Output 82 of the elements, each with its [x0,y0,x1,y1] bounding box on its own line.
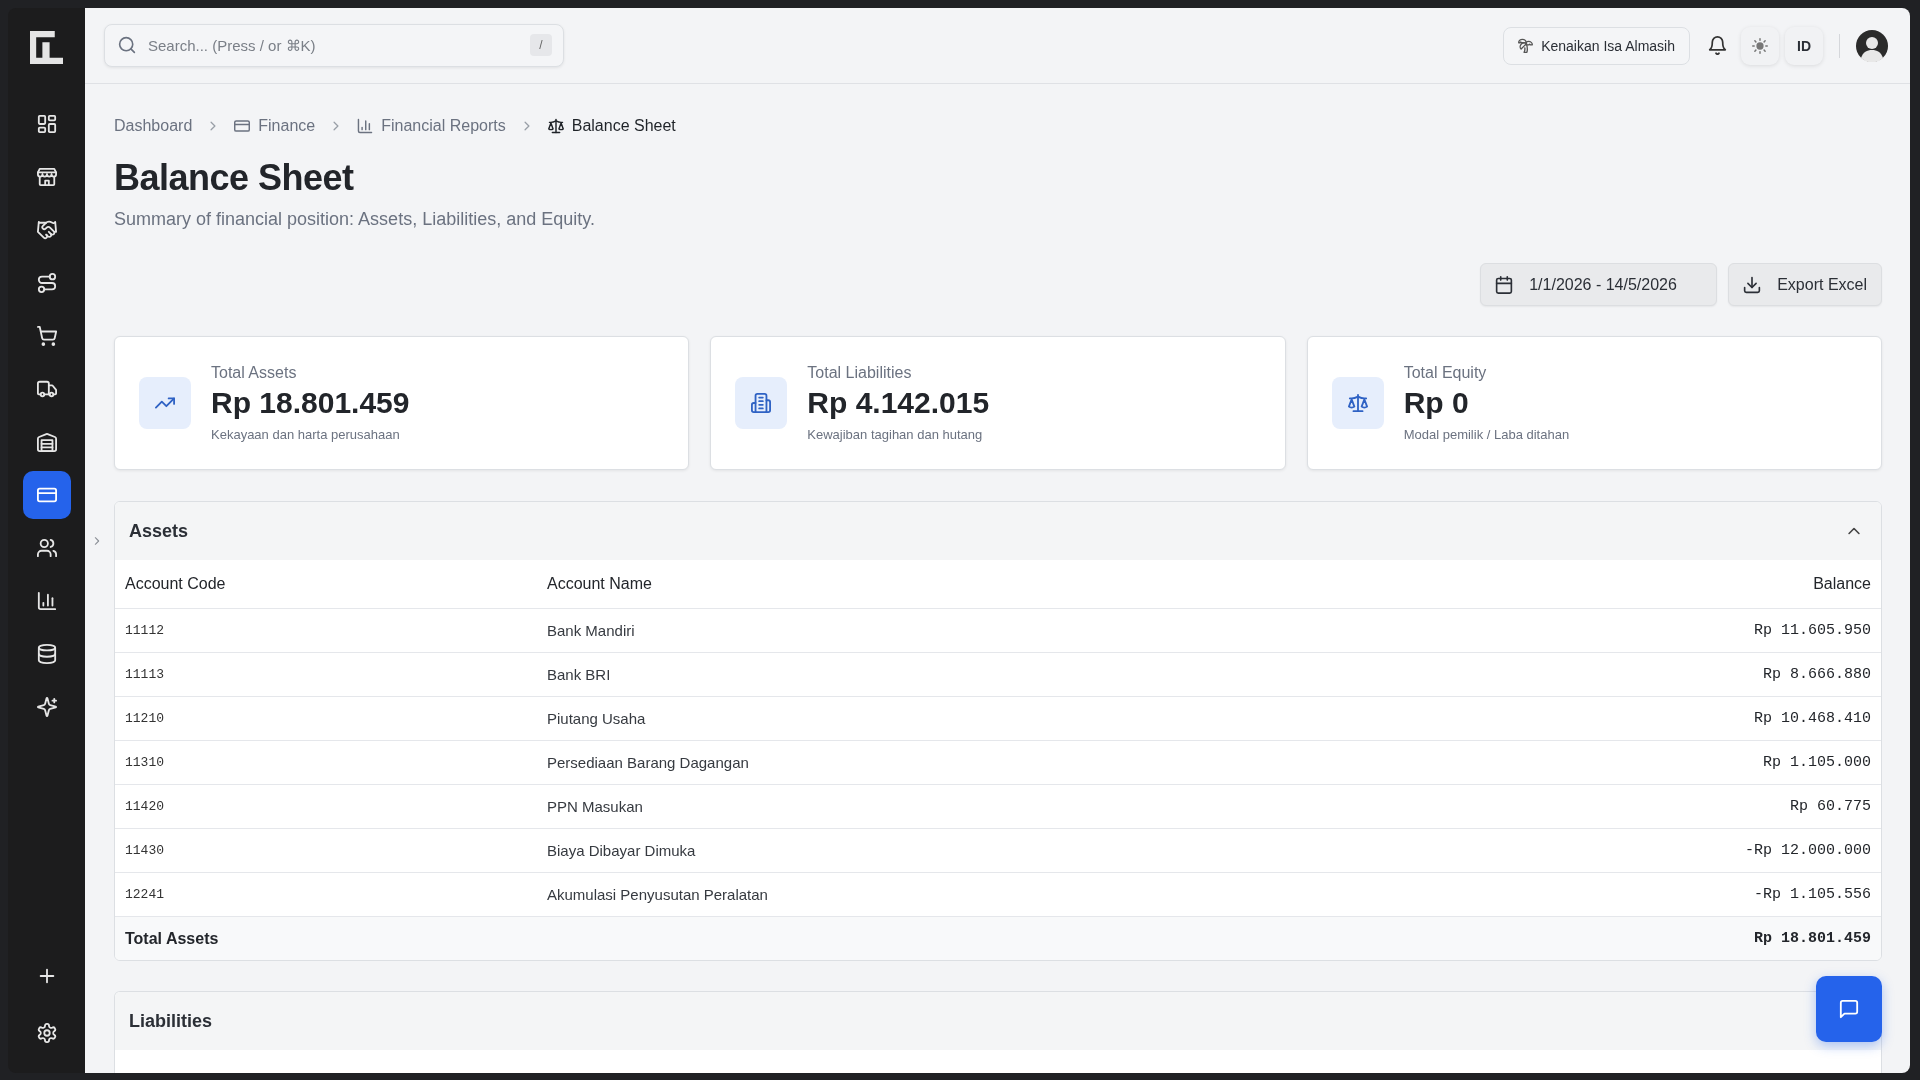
section-header[interactable]: Liabilities [115,992,1881,1050]
card-label: Total Equity [1403,363,1487,383]
card-value: Rp 4.142.015 [807,385,990,421]
card-note: Modal pemilik / Laba ditahan [1403,427,1570,443]
export-button[interactable]: Export Excel [1728,263,1882,306]
holiday-chip[interactable]: Kenaikan Isa Almasih [1503,26,1690,65]
page-title: Balance Sheet [114,156,354,200]
calendar-icon [1495,275,1514,294]
store-icon [36,167,57,187]
logo-icon [30,31,63,64]
account-code: 11420 [125,799,164,814]
date-range-button[interactable]: 1/1/2026 - 14/5/2026 [1480,263,1718,306]
theme-toggle-button[interactable] [1741,26,1779,65]
account-code: 12241 [125,887,164,902]
card-value: Rp 18.801.459 [211,385,410,421]
account-name: Biaya Dibayar Dimuka [547,842,696,859]
balance-amount: Rp 11.605.950 [1753,622,1871,639]
account-name: Akumulasi Penyusutan Peralatan [547,886,768,903]
account-name: PPN Masukan [547,798,643,815]
search-icon [118,36,136,54]
balance-amount: Rp 10.468.410 [1753,710,1871,727]
settings-icon [36,1023,57,1043]
account-name: Piutang Usaha [547,710,646,727]
breadcrumb-link[interactable]: Dashboard [114,117,193,135]
card-label: Total Liabilities [807,363,912,383]
account-name: Persediaan Barang Dagangan [547,754,749,771]
account-code: 11113 [125,667,164,682]
handshake-icon [36,220,57,240]
palm-tree-icon [1518,38,1534,53]
section-title: Liabilities [129,1010,213,1032]
route-icon [36,273,57,293]
building-icon [735,377,788,429]
bell-icon [1708,36,1727,55]
card-note: Kewajiban tagihan dan hutang [807,427,983,443]
total-amount: Rp 18.801.459 [1753,930,1871,947]
account-name: Bank BRI [547,666,611,683]
notifications-button[interactable] [1708,36,1727,55]
user-avatar[interactable] [1856,29,1888,62]
scale-icon [1331,377,1384,429]
users-icon [36,538,57,558]
balance-amount: Rp 60.775 [1790,798,1871,815]
breadcrumb-link[interactable]: Finance [258,117,316,135]
bar-chart-icon [36,591,57,611]
section-header[interactable]: Assets [115,502,1881,560]
chat-button[interactable] [1816,976,1882,1042]
balance-amount: Rp 8.666.880 [1762,666,1871,683]
column-header: Balance [1813,575,1871,593]
bar-chart-icon [357,118,374,134]
breadcrumb-link[interactable]: Financial Reports [381,117,506,135]
page-subtitle: Summary of financial position: Assets, Liabilities, and Equity. [114,208,595,230]
scale-icon [547,118,564,134]
sun-icon [1752,37,1768,54]
warehouse-icon [36,432,57,452]
grid-icon [36,114,57,134]
truck-icon [36,379,57,399]
balance-amount: -Rp 12.000.000 [1744,842,1871,859]
language-button[interactable]: ID [1785,26,1823,65]
shortcut-key: / [530,34,552,56]
balance-amount: Rp 1.105.000 [1762,754,1871,771]
section-title: Assets [129,520,189,542]
account-code: 11310 [125,755,164,770]
balance-amount: -Rp 1.105.556 [1753,886,1871,903]
sparkles-icon [36,697,57,717]
trending-up-icon [139,377,191,429]
account-code: 11112 [125,623,164,638]
credit-card-icon [234,118,251,134]
card-label: Total Assets [211,363,297,383]
account-code: 11210 [125,711,164,726]
card-value: Rp 0 [1403,385,1469,421]
download-icon [1743,275,1762,294]
cart-icon [36,326,57,346]
account-name: Bank Mandiri [547,622,635,639]
column-header: Account Name [547,575,652,593]
total-label: Total Assets [125,929,219,948]
credit-card-icon [36,485,57,505]
account-code: 11430 [125,843,164,858]
database-icon [36,644,57,664]
chat-icon [1839,999,1859,1019]
breadcrumb-current: Balance Sheet [571,117,676,135]
column-header: Account Code [125,575,226,593]
sidebar-nav-button[interactable] [22,471,71,519]
card-note: Kekayaan dan harta perusahaan [211,427,400,443]
